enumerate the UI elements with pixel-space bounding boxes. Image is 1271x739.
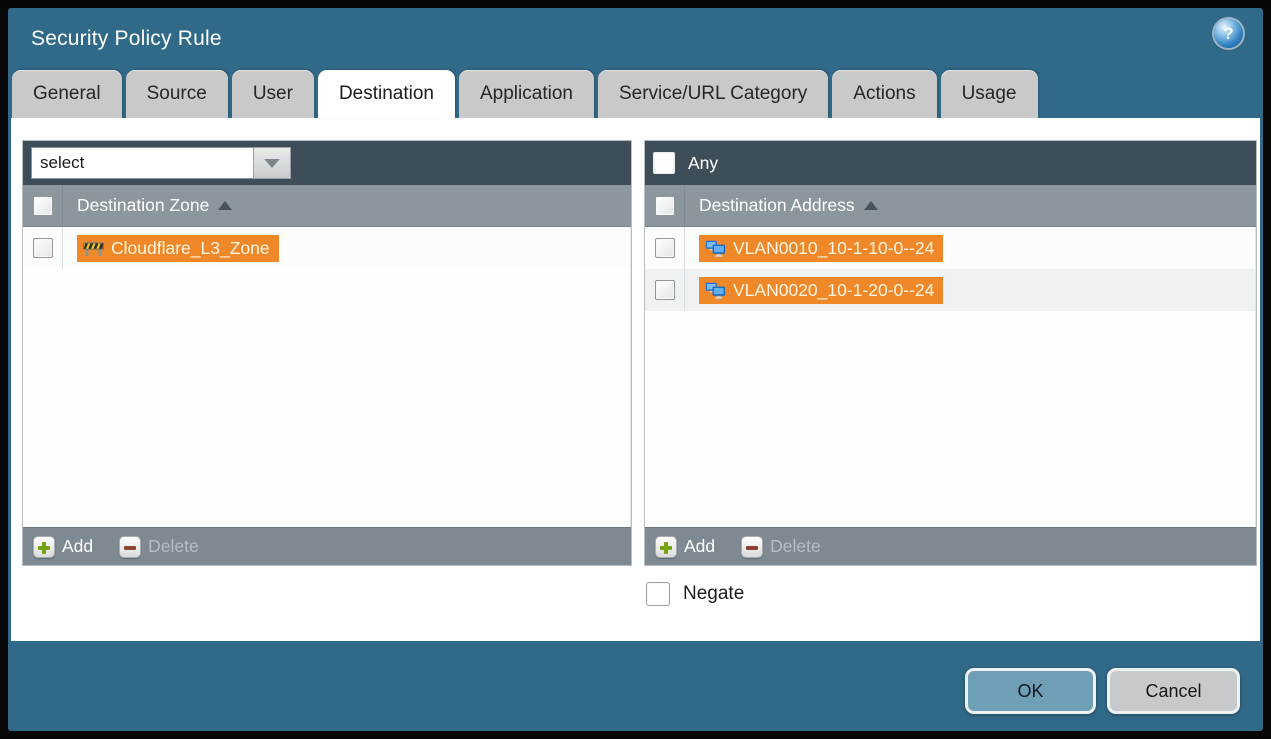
zone-chip[interactable]: Cloudflare_L3_Zone [77,235,279,262]
row-checkbox[interactable] [33,238,53,258]
tab-user[interactable]: User [232,70,314,118]
zone-panel-header [23,141,631,185]
zone-column-header[interactable]: Destination Zone [77,195,209,216]
zone-panel-footer: Add Delete [23,527,631,565]
security-policy-rule-dialog: Security Policy Rule ? GeneralSourceUser… [8,8,1263,731]
address-select-all-cell [645,185,685,226]
negate-row: Negate [646,582,744,606]
zone-add-button[interactable]: Add [33,536,93,558]
address-icon [705,240,726,257]
tab-bar: GeneralSourceUserDestinationApplicationS… [12,70,1038,118]
zone-filter-combo [31,147,291,179]
any-checkbox[interactable] [653,152,675,174]
table-row: VLAN0020_10-1-20-0--24 [645,269,1255,311]
chip-label: Cloudflare_L3_Zone [111,238,270,259]
ok-button[interactable]: OK [965,668,1096,714]
address-delete-button[interactable]: Delete [741,536,821,558]
chip-label: VLAN0010_10-1-10-0--24 [733,238,934,259]
help-icon[interactable]: ? [1214,19,1243,48]
negate-checkbox[interactable] [646,582,670,606]
tab-application[interactable]: Application [459,70,594,118]
address-chip[interactable]: VLAN0010_10-1-10-0--24 [699,235,943,262]
row-checkbox-cell [645,269,685,311]
address-icon [705,282,726,299]
tab-actions[interactable]: Actions [832,70,936,118]
row-checkbox[interactable] [655,238,675,258]
address-add-button[interactable]: Add [655,536,715,558]
minus-icon [741,536,763,558]
zone-filter-dropdown-button[interactable] [253,147,291,179]
tab-service-url-category[interactable]: Service/URL Category [598,70,828,118]
zone-filter-input[interactable] [31,147,253,179]
plus-icon [655,536,677,558]
table-row: Cloudflare_L3_Zone [23,227,630,269]
sort-ascending-icon [864,201,878,210]
table-row: VLAN0010_10-1-10-0--24 [645,227,1255,269]
zone-column-header-row: Destination Zone [23,185,631,227]
zone-delete-button[interactable]: Delete [119,536,199,558]
address-column-header[interactable]: Destination Address [699,195,855,216]
zone-icon [83,240,104,257]
row-checkbox[interactable] [655,280,675,300]
minus-icon [119,536,141,558]
chevron-down-icon [264,159,280,168]
destination-zone-panel: Destination Zone Cloudflare_L3_Zone Add … [22,140,632,566]
address-column-header-row: Destination Address [645,185,1256,227]
row-checkbox-cell [645,227,685,269]
dialog-content: Destination Zone Cloudflare_L3_Zone Add … [11,118,1260,641]
plus-icon [33,536,55,558]
zone-select-all-checkbox[interactable] [33,196,53,216]
address-list: VLAN0010_10-1-10-0--24 VLAN0020_10-1-20-0… [645,227,1256,527]
tab-general[interactable]: General [12,70,122,118]
zone-list: Cloudflare_L3_Zone [23,227,631,527]
any-label: Any [688,153,718,174]
cancel-button[interactable]: Cancel [1107,668,1240,714]
negate-label: Negate [683,583,744,605]
zone-select-all-cell [23,185,63,226]
address-chip[interactable]: VLAN0020_10-1-20-0--24 [699,277,943,304]
tab-usage[interactable]: Usage [941,70,1038,118]
address-panel-footer: Add Delete [645,527,1256,565]
page-title: Security Policy Rule [31,27,222,51]
address-panel-header: Any [645,141,1256,185]
address-select-all-checkbox[interactable] [655,196,675,216]
chip-label: VLAN0020_10-1-20-0--24 [733,280,934,301]
row-checkbox-cell [23,227,63,269]
tab-destination[interactable]: Destination [318,70,455,118]
sort-ascending-icon [218,201,232,210]
destination-address-panel: Any Destination Address VLAN0010_10-1-10… [644,140,1257,566]
tab-source[interactable]: Source [126,70,228,118]
